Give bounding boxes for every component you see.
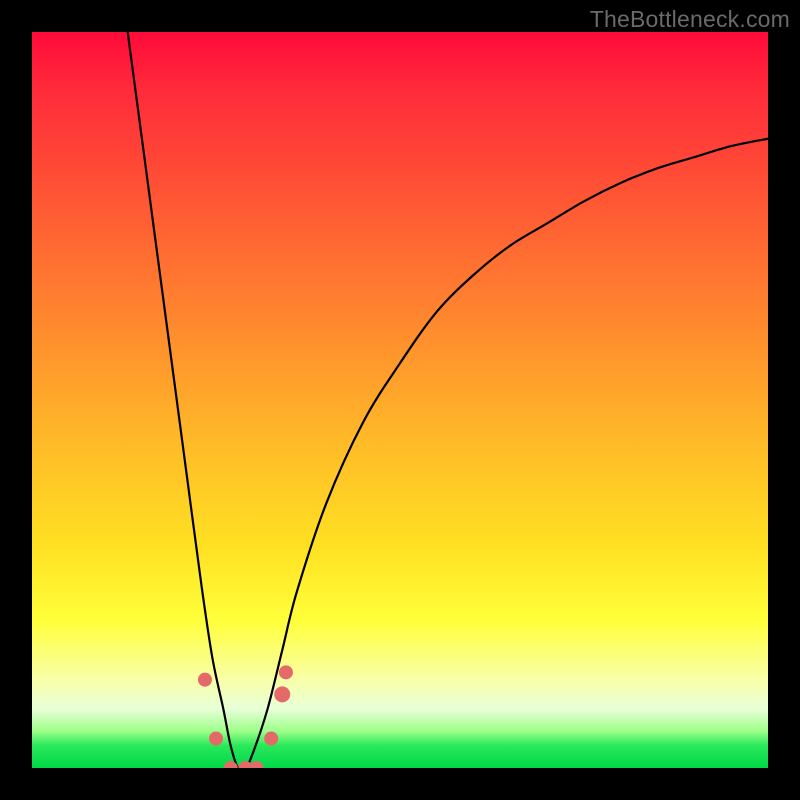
- curve-marker: [198, 673, 212, 687]
- curve-marker: [209, 732, 223, 746]
- curve-marker: [274, 686, 290, 702]
- curve-markers: [198, 665, 293, 768]
- watermark-text: TheBottleneck.com: [590, 6, 790, 33]
- bottleneck-curve: [128, 32, 768, 768]
- curve-marker: [264, 732, 278, 746]
- curve-marker: [249, 761, 263, 768]
- bottleneck-curve-svg: [32, 32, 768, 768]
- curve-marker: [279, 665, 293, 679]
- chart-frame: TheBottleneck.com: [0, 0, 800, 800]
- plot-area: [32, 32, 768, 768]
